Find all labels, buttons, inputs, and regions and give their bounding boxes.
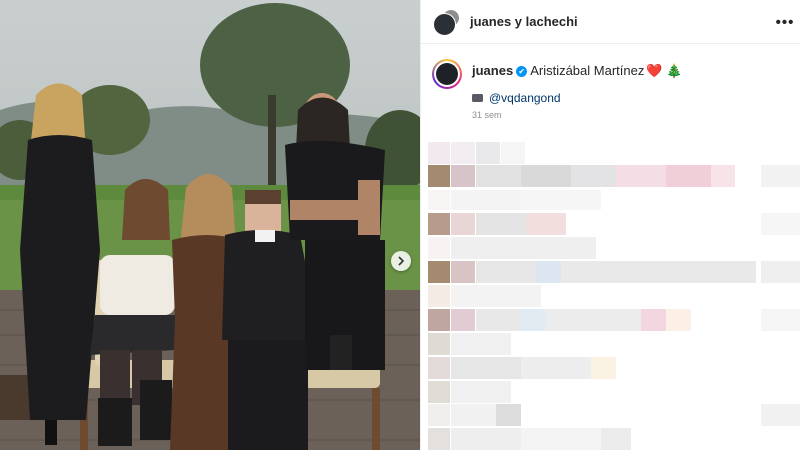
next-photo-button[interactable] <box>391 251 411 271</box>
chevron-right-icon <box>398 256 405 266</box>
post-details-panel: juanes y lachechi ••• juanes ✔ Aristizábal… <box>420 0 800 450</box>
pixelated-comments <box>421 0 800 450</box>
post-photo[interactable] <box>0 0 420 450</box>
family-photo-image <box>0 0 420 450</box>
